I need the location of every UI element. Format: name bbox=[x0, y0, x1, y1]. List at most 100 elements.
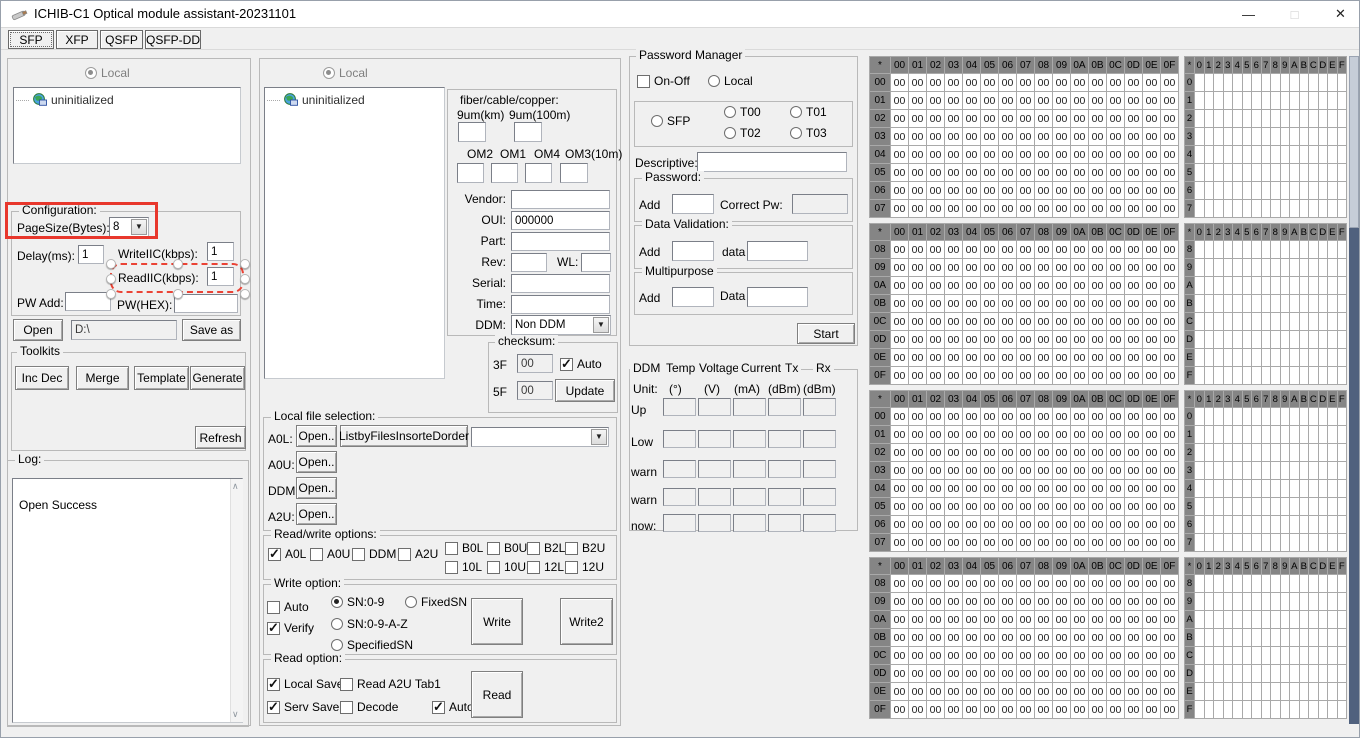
hex-cell[interactable]: 00 bbox=[927, 277, 944, 294]
ascii-cell[interactable] bbox=[1224, 665, 1233, 682]
ascii-cell[interactable] bbox=[1214, 164, 1223, 181]
hex-cell[interactable]: 00 bbox=[1017, 182, 1034, 199]
vendor-field[interactable] bbox=[511, 190, 610, 209]
hex-cell[interactable]: 00 bbox=[981, 683, 998, 700]
ascii-cell[interactable] bbox=[1271, 259, 1280, 276]
ascii-cell[interactable] bbox=[1195, 349, 1204, 366]
ascii-cell[interactable] bbox=[1281, 611, 1290, 628]
ddm-value-r4-c2[interactable] bbox=[733, 514, 766, 532]
hex-cell[interactable]: 00 bbox=[909, 516, 926, 533]
ascii-cell[interactable] bbox=[1281, 408, 1290, 425]
hex-cell[interactable]: 00 bbox=[1143, 367, 1160, 384]
hex-cell[interactable]: 00 bbox=[945, 367, 962, 384]
hex-cell[interactable]: 00 bbox=[999, 259, 1016, 276]
middle-local-radio[interactable]: Local bbox=[323, 66, 368, 80]
hex-cell[interactable]: 00 bbox=[1125, 701, 1142, 718]
ascii-cell[interactable] bbox=[1243, 164, 1252, 181]
ascii-cell[interactable] bbox=[1328, 534, 1337, 551]
hex-cell[interactable]: 00 bbox=[963, 349, 980, 366]
hex-cell[interactable]: 00 bbox=[1161, 665, 1178, 682]
close-button[interactable]: ✕ bbox=[1318, 1, 1360, 27]
ascii-cell[interactable] bbox=[1224, 128, 1233, 145]
hex-cell[interactable]: 00 bbox=[1107, 647, 1124, 664]
hex-cell[interactable]: 00 bbox=[1107, 516, 1124, 533]
hex-cell[interactable]: 00 bbox=[909, 164, 926, 181]
fiber-9um-km-field[interactable] bbox=[458, 122, 486, 142]
hex-cell[interactable]: 00 bbox=[981, 241, 998, 258]
ascii-cell[interactable] bbox=[1252, 683, 1261, 700]
ascii-cell[interactable] bbox=[1290, 367, 1299, 384]
hex-cell[interactable]: 00 bbox=[999, 200, 1016, 217]
ascii-cell[interactable] bbox=[1338, 128, 1347, 145]
ascii-cell[interactable] bbox=[1252, 331, 1261, 348]
hex-cell[interactable]: 00 bbox=[999, 74, 1016, 91]
hex-cell[interactable]: 00 bbox=[1053, 701, 1070, 718]
hex-cell[interactable]: 00 bbox=[945, 480, 962, 497]
hex-cell[interactable]: 00 bbox=[1017, 200, 1034, 217]
hex-cell[interactable]: 00 bbox=[1071, 408, 1088, 425]
ascii-cell[interactable] bbox=[1300, 444, 1309, 461]
ascii-cell[interactable] bbox=[1271, 74, 1280, 91]
hex-cell[interactable]: 00 bbox=[981, 444, 998, 461]
ascii-cell[interactable] bbox=[1319, 575, 1328, 592]
hex-cell[interactable]: 00 bbox=[1125, 498, 1142, 515]
hex-cell[interactable]: 00 bbox=[927, 259, 944, 276]
hex-cell[interactable]: 00 bbox=[1089, 426, 1106, 443]
ascii-cell[interactable] bbox=[1300, 200, 1309, 217]
ascii-cell[interactable] bbox=[1309, 629, 1318, 646]
ascii-cell[interactable] bbox=[1252, 200, 1261, 217]
ascii-cell[interactable] bbox=[1214, 110, 1223, 127]
hex-cell[interactable]: 00 bbox=[1089, 701, 1106, 718]
hex-cell[interactable]: 00 bbox=[1089, 200, 1106, 217]
hex-cell[interactable]: 00 bbox=[1053, 164, 1070, 181]
ascii-cell[interactable] bbox=[1338, 200, 1347, 217]
hex-cell[interactable]: 00 bbox=[981, 313, 998, 330]
hex-cell[interactable]: 00 bbox=[909, 259, 926, 276]
ascii-cell[interactable] bbox=[1271, 647, 1280, 664]
hex-cell[interactable]: 00 bbox=[1035, 683, 1052, 700]
ascii-cell[interactable] bbox=[1338, 516, 1347, 533]
ascii-cell[interactable] bbox=[1252, 164, 1261, 181]
write-button[interactable]: Write bbox=[471, 598, 523, 645]
hex-cell[interactable]: 00 bbox=[981, 534, 998, 551]
ascii-cell[interactable] bbox=[1290, 277, 1299, 294]
ascii-cell[interactable] bbox=[1309, 593, 1318, 610]
hex-cell[interactable]: 00 bbox=[891, 164, 908, 181]
ascii-cell[interactable] bbox=[1290, 480, 1299, 497]
ascii-cell[interactable] bbox=[1319, 516, 1328, 533]
ascii-cell[interactable] bbox=[1195, 426, 1204, 443]
ascii-cell[interactable] bbox=[1195, 408, 1204, 425]
ascii-cell[interactable] bbox=[1252, 444, 1261, 461]
hex-cell[interactable]: 00 bbox=[891, 182, 908, 199]
ascii-cell[interactable] bbox=[1338, 259, 1347, 276]
ascii-cell[interactable] bbox=[1271, 146, 1280, 163]
hex-cell[interactable]: 00 bbox=[1125, 534, 1142, 551]
hex-cell[interactable]: 00 bbox=[1107, 408, 1124, 425]
hex-cell[interactable]: 00 bbox=[1107, 74, 1124, 91]
hex-cell[interactable]: 00 bbox=[981, 92, 998, 109]
hex-cell[interactable]: 00 bbox=[1107, 164, 1124, 181]
hex-cell[interactable]: 00 bbox=[963, 498, 980, 515]
ascii-cell[interactable] bbox=[1214, 295, 1223, 312]
hex-cell[interactable]: 00 bbox=[891, 367, 908, 384]
ascii-cell[interactable] bbox=[1224, 259, 1233, 276]
ascii-cell[interactable] bbox=[1205, 259, 1214, 276]
ascii-cell[interactable] bbox=[1338, 647, 1347, 664]
ascii-cell[interactable] bbox=[1328, 241, 1337, 258]
hex-cell[interactable]: 00 bbox=[1071, 92, 1088, 109]
hex-cell[interactable]: 00 bbox=[1035, 200, 1052, 217]
hex-cell[interactable]: 00 bbox=[927, 367, 944, 384]
hex-cell[interactable]: 00 bbox=[1071, 110, 1088, 127]
hex-cell[interactable]: 00 bbox=[1071, 259, 1088, 276]
hex-cell[interactable]: 00 bbox=[1143, 92, 1160, 109]
ascii-cell[interactable] bbox=[1328, 182, 1337, 199]
ascii-cell[interactable] bbox=[1290, 534, 1299, 551]
hex-cell[interactable]: 00 bbox=[1035, 331, 1052, 348]
hex-cell[interactable]: 00 bbox=[981, 647, 998, 664]
rw-checkbox-b0l[interactable]: B0L bbox=[445, 541, 483, 555]
hex-cell[interactable]: 00 bbox=[999, 534, 1016, 551]
ascii-cell[interactable] bbox=[1338, 367, 1347, 384]
hex-cell[interactable]: 00 bbox=[927, 313, 944, 330]
ascii-cell[interactable] bbox=[1224, 593, 1233, 610]
ascii-cell[interactable] bbox=[1281, 331, 1290, 348]
